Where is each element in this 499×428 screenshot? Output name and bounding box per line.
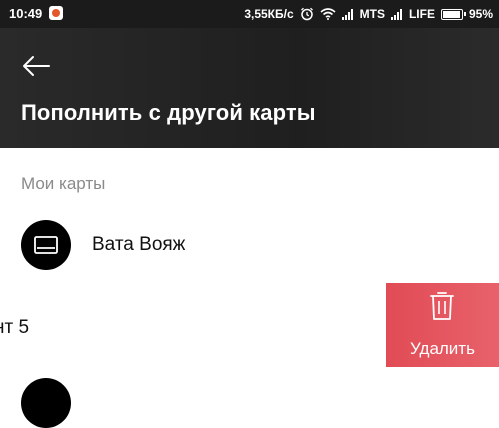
swiped-card-name: нт 5 <box>0 317 30 338</box>
status-bar: 10:49 3,55КБ/с MTS LIFE 95% <box>0 0 499 28</box>
battery-percent: 95% <box>468 7 493 21</box>
back-button[interactable] <box>14 48 58 84</box>
card-avatar <box>21 220 71 270</box>
swiped-card-item[interactable]: нт 5 Удалить <box>0 283 499 367</box>
card-name: Вата Вояж <box>92 234 186 255</box>
card-icon <box>34 236 58 254</box>
arrow-left-icon <box>23 56 50 76</box>
battery-icon <box>440 8 466 20</box>
app-toolbar: Пополнить с другой карты <box>0 28 499 148</box>
cards-content: Мои карты Вата Вояж нт 5 Удалить <box>0 148 499 428</box>
trash-icon <box>430 292 454 320</box>
status-time: 10:49 <box>9 6 43 21</box>
carrier-2: LIFE <box>408 7 435 21</box>
carrier-1: MTS <box>359 7 385 21</box>
status-indicators: 3,55КБ/с MTS LIFE 95% <box>244 0 493 28</box>
signal-icon <box>390 8 403 20</box>
delete-label: Удалить <box>410 339 475 358</box>
signal-icon <box>341 8 354 20</box>
page-title: Пополнить с другой карты <box>21 100 316 125</box>
network-speed: 3,55КБ/с <box>244 7 294 21</box>
section-label: Мои карты <box>21 174 106 193</box>
card-item[interactable]: Вата Вояж <box>0 216 499 272</box>
wifi-icon <box>320 8 336 20</box>
app-notification-icon <box>49 6 63 20</box>
alarm-icon <box>300 7 314 21</box>
delete-button[interactable]: Удалить <box>386 283 499 367</box>
